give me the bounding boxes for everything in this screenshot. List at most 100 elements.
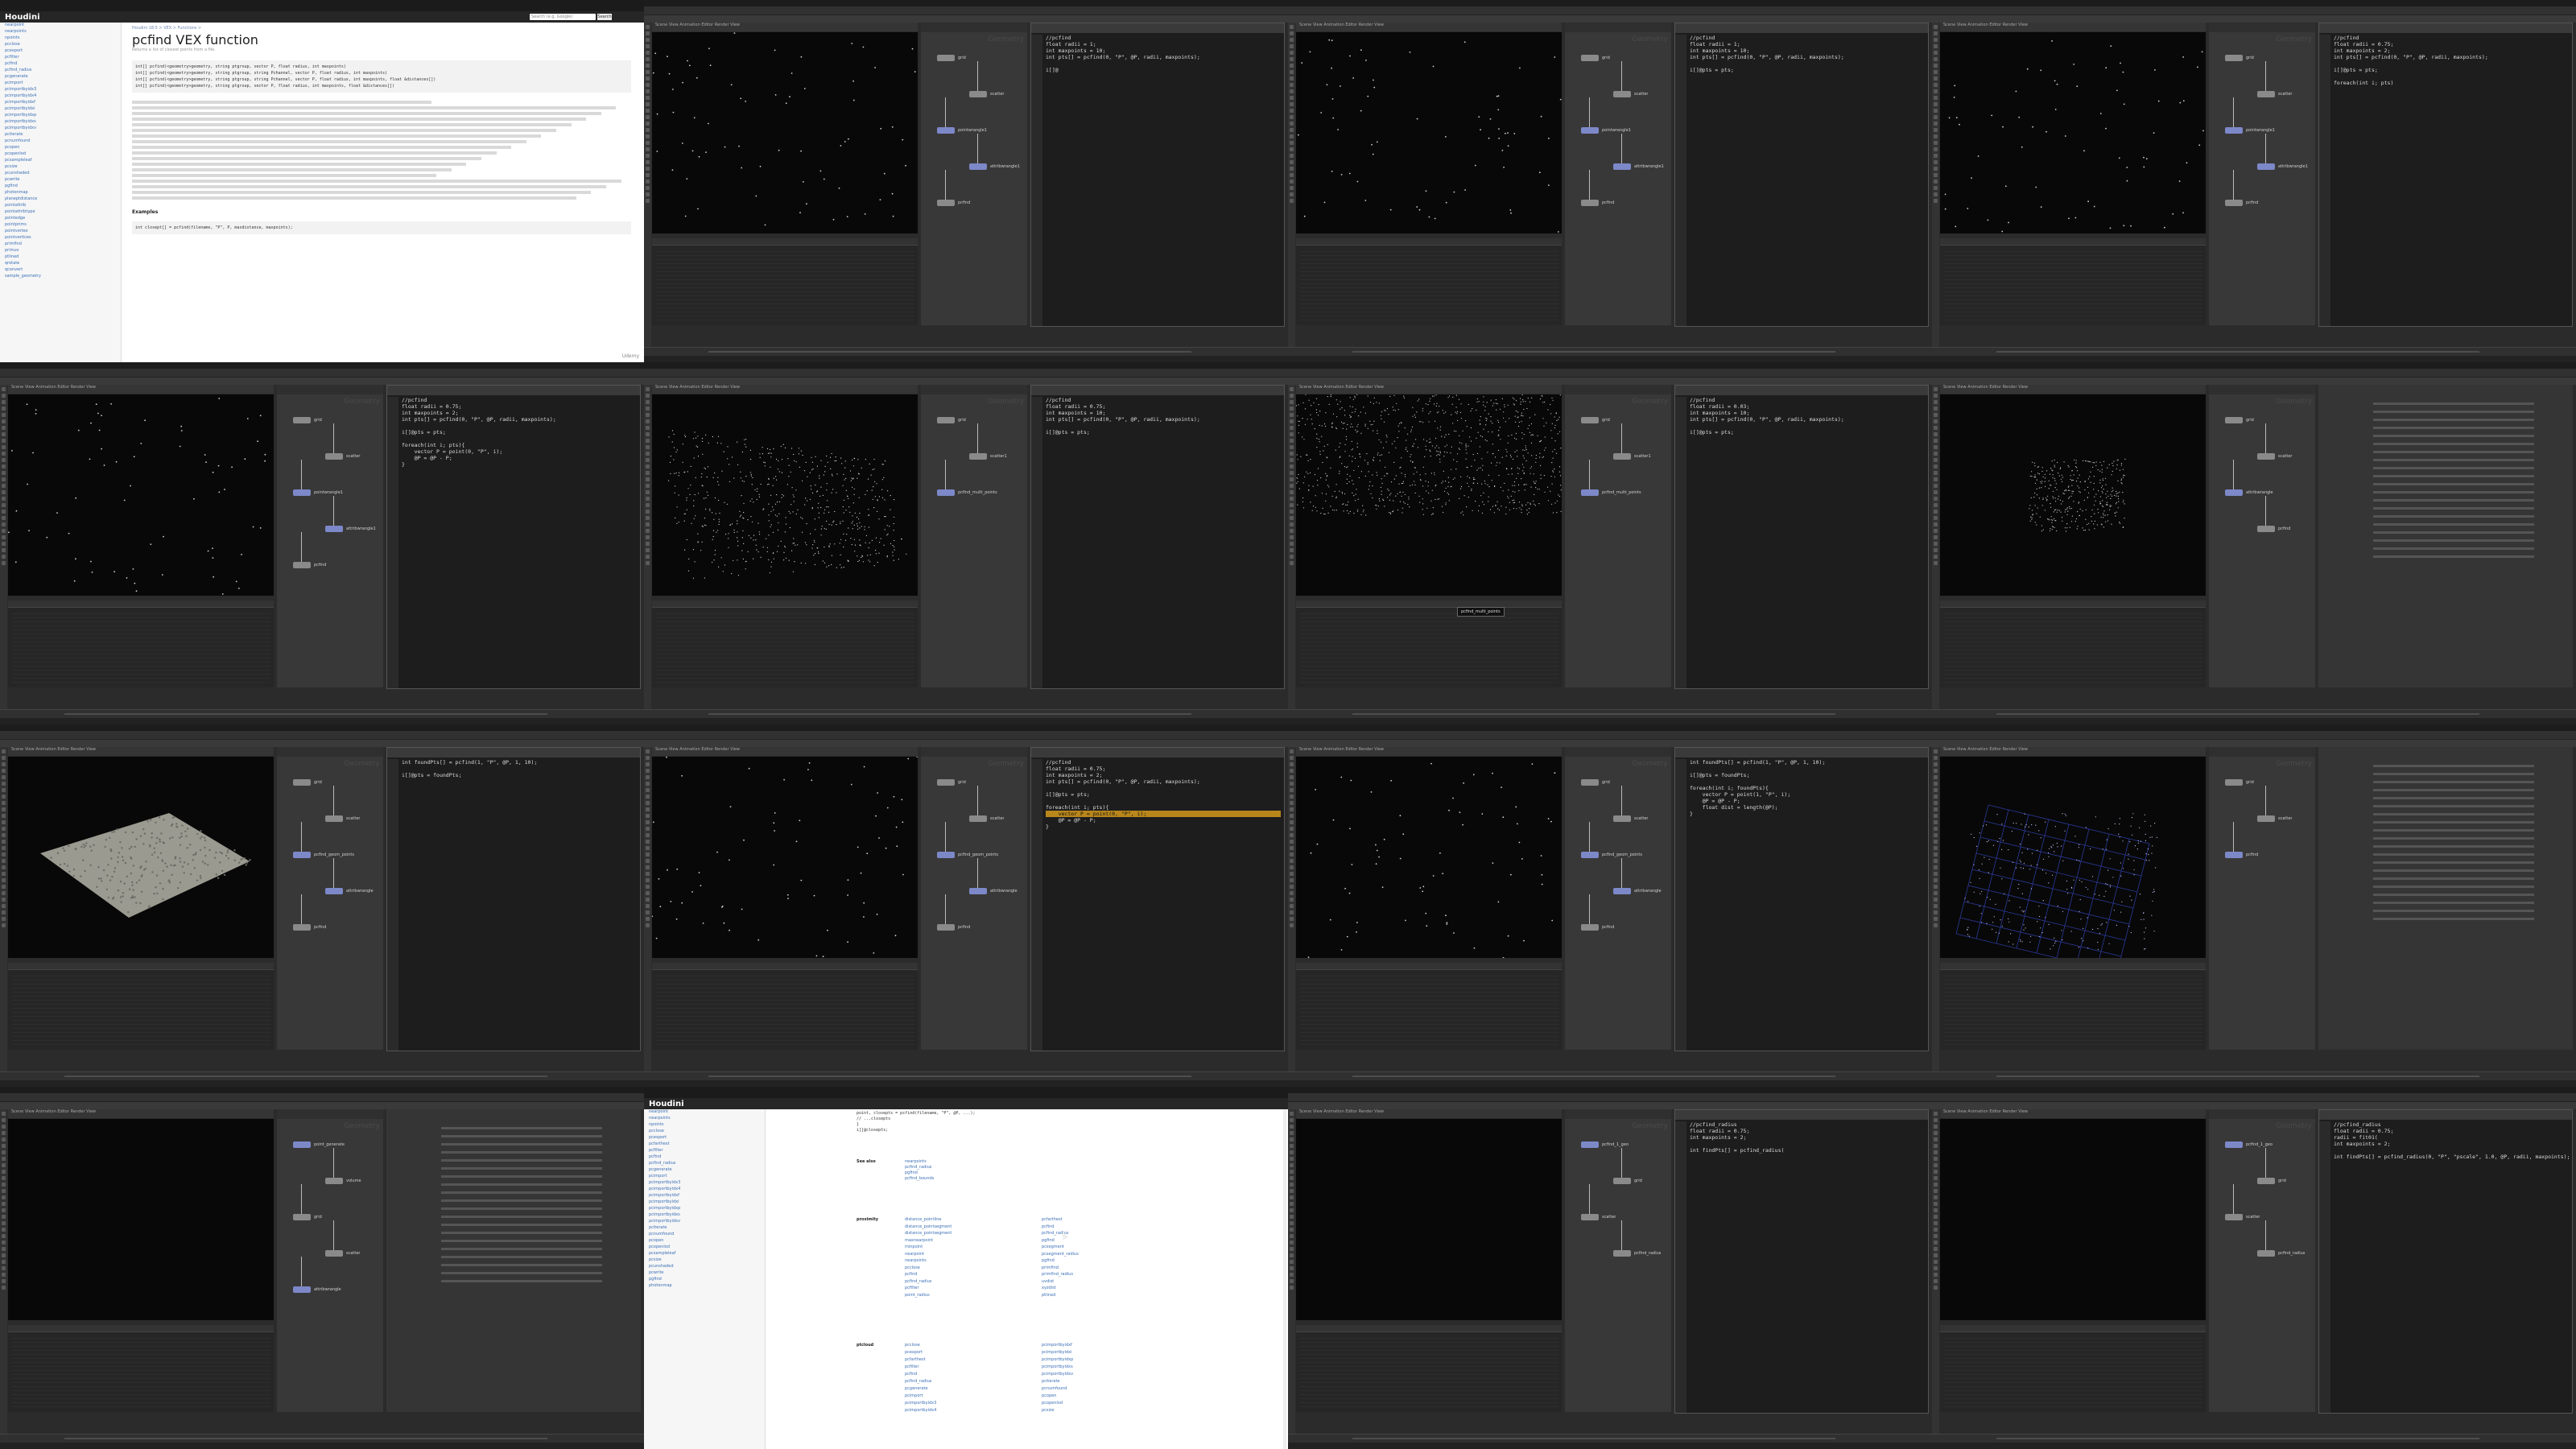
tool-button-icon[interactable] xyxy=(1290,878,1294,882)
network-node[interactable] xyxy=(2225,200,2243,206)
parameter-row[interactable] xyxy=(2325,546,2566,551)
parameter-row[interactable] xyxy=(2325,506,2566,511)
sidebar-link[interactable]: pcimportbyidxs xyxy=(5,119,121,126)
tool-button-icon[interactable] xyxy=(1934,1163,1938,1167)
tool-button-icon[interactable] xyxy=(2,801,6,805)
parameter-slider[interactable] xyxy=(441,1127,602,1129)
tool-button-icon[interactable] xyxy=(1290,1221,1294,1225)
parameter-slider[interactable] xyxy=(441,1280,602,1282)
scene-viewport[interactable] xyxy=(1940,757,2206,958)
vex-code-editor[interactable]: //pcfind_radius float radii = 0.75; int ma… xyxy=(1674,1109,1929,1414)
tool-button-icon[interactable] xyxy=(1934,548,1938,552)
network-node[interactable] xyxy=(2257,453,2275,460)
scene-viewport[interactable] xyxy=(8,1119,274,1320)
tool-button-icon[interactable] xyxy=(1290,1260,1294,1264)
tool-button-icon[interactable] xyxy=(1934,782,1938,786)
tool-button-icon[interactable] xyxy=(1934,872,1938,876)
tool-button-icon[interactable] xyxy=(2,1202,6,1206)
tool-button-icon[interactable] xyxy=(1934,561,1938,565)
site-logo[interactable]: Houdini xyxy=(5,13,40,22)
parameter-row[interactable] xyxy=(2325,441,2566,447)
tool-button-icon[interactable] xyxy=(1934,419,1938,423)
tool-button-icon[interactable] xyxy=(2,516,6,520)
tool-button-icon[interactable] xyxy=(1934,76,1938,80)
ptcloud-link[interactable]: pcfilter xyxy=(905,1364,919,1369)
sidebar-link[interactable]: primuv xyxy=(5,248,121,254)
tool-button-icon[interactable] xyxy=(1934,192,1938,196)
parameter-row[interactable] xyxy=(2325,538,2566,543)
sidebar-link[interactable]: pointattribtype xyxy=(5,209,121,216)
tool-button-icon[interactable] xyxy=(1290,439,1294,443)
tool-button-icon[interactable] xyxy=(1290,413,1294,417)
search-input[interactable]: Search (e.g. Google) xyxy=(530,14,596,20)
tool-button-icon[interactable] xyxy=(1934,141,1938,145)
tool-button-icon[interactable] xyxy=(1934,452,1938,456)
tool-button-icon[interactable] xyxy=(1290,44,1294,48)
ptcloud-link[interactable]: pcgenerate xyxy=(905,1386,928,1391)
tool-button-icon[interactable] xyxy=(1290,192,1294,196)
tool-button-icon[interactable] xyxy=(2,1176,6,1180)
vex-code-editor[interactable]: int foundPts[] = pcfind(1, "P", @P, 1, 1… xyxy=(1674,747,1929,1051)
network-editor[interactable]: Geometry grid scatter1 pcfind_multi_points xyxy=(921,385,1027,687)
sidebar-link[interactable]: planeptdistance xyxy=(5,196,121,203)
tool-button-icon[interactable] xyxy=(1934,173,1938,177)
network-node[interactable] xyxy=(1613,163,1631,170)
sidebar-link[interactable]: nearpoints xyxy=(5,29,121,35)
proximity-link[interactable]: primfind xyxy=(1042,1265,1059,1270)
scene-viewport[interactable] xyxy=(8,757,274,958)
ptcloud-link[interactable]: pcfind_radius xyxy=(905,1379,931,1384)
network-node[interactable] xyxy=(969,163,987,170)
sidebar-link[interactable]: pcsampleleaf xyxy=(5,158,121,164)
tool-button-icon[interactable] xyxy=(1934,833,1938,837)
tool-button-icon[interactable] xyxy=(1934,407,1938,411)
tool-button-icon[interactable] xyxy=(2,782,6,786)
tool-button-icon[interactable] xyxy=(1934,1208,1938,1212)
network-node[interactable] xyxy=(1581,779,1599,786)
tool-button-icon[interactable] xyxy=(1290,529,1294,533)
tool-button-icon[interactable] xyxy=(1934,917,1938,921)
tool-button-icon[interactable] xyxy=(1934,96,1938,100)
sidebar-link[interactable]: pcopenlod xyxy=(5,151,121,158)
tool-button-icon[interactable] xyxy=(1934,490,1938,494)
network-node[interactable] xyxy=(325,1178,343,1184)
sidebar-link[interactable]: pcfilter xyxy=(649,1148,765,1154)
tool-button-icon[interactable] xyxy=(646,477,650,481)
sidebar-link[interactable]: pcfind_radius xyxy=(649,1161,765,1167)
tool-button-icon[interactable] xyxy=(646,83,650,87)
proximity-link[interactable]: pgfind xyxy=(1042,1258,1055,1263)
tool-button-icon[interactable] xyxy=(1934,64,1938,68)
sidebar-link[interactable]: pcimportbyidxi xyxy=(5,106,121,113)
viewport-tabs[interactable]: Scene View Animation Editor Render View xyxy=(1299,747,1384,752)
tool-button-icon[interactable] xyxy=(1934,102,1938,106)
viewport-tabs[interactable]: Scene View Animation Editor Render View xyxy=(11,747,96,752)
playbar-timeline[interactable] xyxy=(1288,347,1932,356)
parameter-slider[interactable] xyxy=(2373,869,2534,872)
sidebar-link[interactable]: pcnumfound xyxy=(649,1232,765,1238)
tool-button-icon[interactable] xyxy=(2,878,6,882)
tool-button-icon[interactable] xyxy=(2,548,6,552)
parameter-slider[interactable] xyxy=(441,1143,602,1146)
network-editor[interactable]: Geometry grid scatter pointwrangle1 attribwr… xyxy=(2209,23,2315,325)
tool-button-icon[interactable] xyxy=(1290,820,1294,824)
ptcloud-link[interactable]: pcimport xyxy=(905,1393,923,1398)
parameter-row[interactable] xyxy=(393,1214,634,1220)
tool-button-icon[interactable] xyxy=(2,426,6,430)
tool-button-icon[interactable] xyxy=(1290,555,1294,559)
sidebar-link[interactable]: npoints xyxy=(649,1122,765,1129)
see-also-link[interactable]: nearpoints xyxy=(905,1159,927,1164)
tool-button-icon[interactable] xyxy=(1290,147,1294,151)
tool-button-icon[interactable] xyxy=(1934,542,1938,546)
network-node[interactable] xyxy=(293,852,311,858)
network-node[interactable] xyxy=(937,200,955,206)
tool-button-icon[interactable] xyxy=(1290,1241,1294,1245)
tool-button-icon[interactable] xyxy=(1934,484,1938,488)
tool-button-icon[interactable] xyxy=(2,756,6,760)
tool-button-icon[interactable] xyxy=(1290,134,1294,138)
parameter-row[interactable] xyxy=(2325,876,2566,881)
tool-button-icon[interactable] xyxy=(2,484,6,488)
tool-button-icon[interactable] xyxy=(1934,387,1938,391)
tool-button-icon[interactable] xyxy=(646,490,650,494)
tool-button-icon[interactable] xyxy=(2,561,6,565)
tool-button-icon[interactable] xyxy=(646,452,650,456)
parameter-slider[interactable] xyxy=(441,1151,602,1154)
